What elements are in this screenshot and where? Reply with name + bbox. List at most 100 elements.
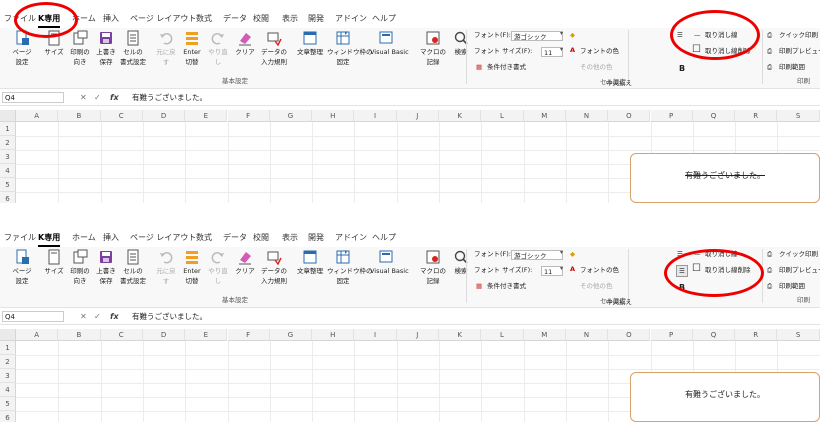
- row-header[interactable]: 1: [0, 122, 16, 136]
- format-cells-button[interactable]: セルの 書式設定: [117, 249, 149, 291]
- quick-print-button[interactable]: クイック印刷: [779, 249, 818, 259]
- column-header[interactable]: M: [523, 329, 566, 341]
- freeze-panes-button[interactable]: ウィンドウ枠の 固定: [327, 30, 373, 72]
- tab-2[interactable]: ホーム: [72, 12, 96, 26]
- tab-8[interactable]: 表示: [282, 12, 298, 26]
- column-header[interactable]: C: [100, 110, 143, 122]
- strikethrough-remove-button[interactable]: 取り消し線削除: [705, 46, 751, 56]
- column-header[interactable]: E: [185, 329, 228, 341]
- tab-10[interactable]: アドイン: [335, 12, 367, 26]
- column-header[interactable]: I: [354, 110, 397, 122]
- column-header[interactable]: P: [650, 110, 693, 122]
- text-tidy-button[interactable]: 文章整理: [294, 249, 326, 291]
- column-header[interactable]: F: [227, 110, 270, 122]
- column-header[interactable]: R: [735, 329, 778, 341]
- cancel-icon[interactable]: ✕: [80, 311, 87, 323]
- row-header[interactable]: 4: [0, 164, 16, 178]
- row-header[interactable]: 2: [0, 355, 16, 369]
- tab-9[interactable]: 開発: [308, 12, 324, 26]
- print-preview-button[interactable]: 印刷プレビュー: [779, 46, 820, 56]
- name-box[interactable]: Q4: [2, 311, 64, 322]
- tab-1[interactable]: K専用: [38, 231, 61, 247]
- other-colors-button[interactable]: その他の色: [580, 62, 613, 72]
- tab-3[interactable]: 挿入: [103, 231, 119, 245]
- function-icon[interactable]: fx: [110, 92, 119, 104]
- confirm-icon[interactable]: ✓: [94, 92, 101, 104]
- column-header[interactable]: O: [608, 329, 651, 341]
- tab-9[interactable]: 開発: [308, 231, 324, 245]
- strikethrough-button[interactable]: 取り消し線: [705, 249, 738, 259]
- column-header[interactable]: B: [58, 329, 101, 341]
- column-header[interactable]: B: [58, 110, 101, 122]
- data-validation-button[interactable]: データの 入力規則: [258, 249, 290, 291]
- align-lines-icon[interactable]: ☰: [677, 30, 683, 40]
- tab-2[interactable]: ホーム: [72, 231, 96, 245]
- search-button[interactable]: 検索: [445, 30, 477, 72]
- chevron-down-icon[interactable]: ▾: [560, 265, 563, 272]
- row-header[interactable]: 3: [0, 150, 16, 164]
- column-header[interactable]: Q: [692, 329, 736, 341]
- column-header[interactable]: A: [16, 329, 59, 341]
- bold-button[interactable]: B: [679, 283, 685, 293]
- font-name-box[interactable]: 游ゴシック: [511, 250, 563, 260]
- column-header[interactable]: Q: [692, 110, 736, 122]
- data-validation-button[interactable]: データの 入力規則: [258, 30, 290, 72]
- visual-basic-button[interactable]: Visual Basic: [370, 249, 409, 291]
- row-header[interactable]: 6: [0, 411, 16, 422]
- chevron-down-icon[interactable]: ▾: [560, 30, 563, 37]
- row-header[interactable]: 5: [0, 397, 16, 411]
- row-header[interactable]: 6: [0, 192, 16, 203]
- column-header[interactable]: A: [16, 110, 59, 122]
- other-colors-button[interactable]: その他の色: [580, 281, 613, 291]
- column-header[interactable]: E: [185, 110, 228, 122]
- column-header[interactable]: F: [227, 329, 270, 341]
- column-header[interactable]: S: [777, 329, 820, 341]
- tab-6[interactable]: データ: [223, 231, 247, 245]
- name-box[interactable]: Q4: [2, 92, 64, 103]
- text-box-shape[interactable]: 有難うございました。: [630, 153, 820, 203]
- row-header[interactable]: 3: [0, 369, 16, 383]
- search-button[interactable]: 検索: [445, 249, 477, 291]
- page-setup-button[interactable]: ページ 設定: [6, 249, 38, 291]
- tab-4[interactable]: ページ レイアウト: [130, 12, 196, 26]
- format-cells-button[interactable]: セルの 書式設定: [117, 30, 149, 72]
- align-lines-icon[interactable]: ☰: [677, 249, 683, 259]
- confirm-icon[interactable]: ✓: [94, 311, 101, 323]
- column-header[interactable]: P: [650, 329, 693, 341]
- column-header[interactable]: G: [269, 329, 313, 341]
- eraser-button[interactable]: クリア: [229, 249, 261, 291]
- column-header[interactable]: K: [439, 329, 482, 341]
- column-header[interactable]: I: [354, 329, 397, 341]
- tab-5[interactable]: 数式: [196, 231, 212, 245]
- tab-5[interactable]: 数式: [196, 12, 212, 26]
- column-header[interactable]: H: [312, 329, 355, 341]
- row-header[interactable]: 4: [0, 383, 16, 397]
- eraser-button[interactable]: クリア: [229, 30, 261, 72]
- tab-4[interactable]: ページ レイアウト: [130, 231, 196, 245]
- quick-print-button[interactable]: クイック印刷: [779, 30, 818, 40]
- column-header[interactable]: L: [481, 329, 524, 341]
- column-header[interactable]: S: [777, 110, 820, 122]
- conditional-format-button[interactable]: 条件付き書式: [487, 62, 526, 72]
- font-color-button[interactable]: フォントの色: [580, 46, 619, 56]
- column-header[interactable]: D: [142, 110, 186, 122]
- print-preview-button[interactable]: 印刷プレビュー: [779, 265, 820, 275]
- freeze-panes-button[interactable]: ウィンドウ枠の 固定: [327, 249, 373, 291]
- select-all-corner[interactable]: [0, 329, 16, 341]
- tab-0[interactable]: ファイル: [4, 12, 36, 26]
- tab-1[interactable]: K専用: [38, 12, 61, 28]
- strikethrough-remove-button[interactable]: 取り消し線削除: [705, 265, 751, 275]
- align-lines-icon-highlighted[interactable]: ☰: [676, 265, 688, 277]
- column-header[interactable]: M: [523, 110, 566, 122]
- tab-8[interactable]: 表示: [282, 231, 298, 245]
- conditional-format-button[interactable]: 条件付き書式: [487, 281, 526, 291]
- column-header[interactable]: O: [608, 110, 651, 122]
- chevron-down-icon[interactable]: ▾: [560, 46, 563, 53]
- chevron-down-icon[interactable]: ▾: [560, 249, 563, 256]
- tab-10[interactable]: アドイン: [335, 231, 367, 245]
- cancel-icon[interactable]: ✕: [80, 92, 87, 104]
- tab-11[interactable]: ヘルプ: [372, 231, 396, 245]
- column-header[interactable]: J: [396, 110, 439, 122]
- column-header[interactable]: C: [100, 329, 143, 341]
- print-range-button[interactable]: 印刷範囲: [779, 62, 805, 72]
